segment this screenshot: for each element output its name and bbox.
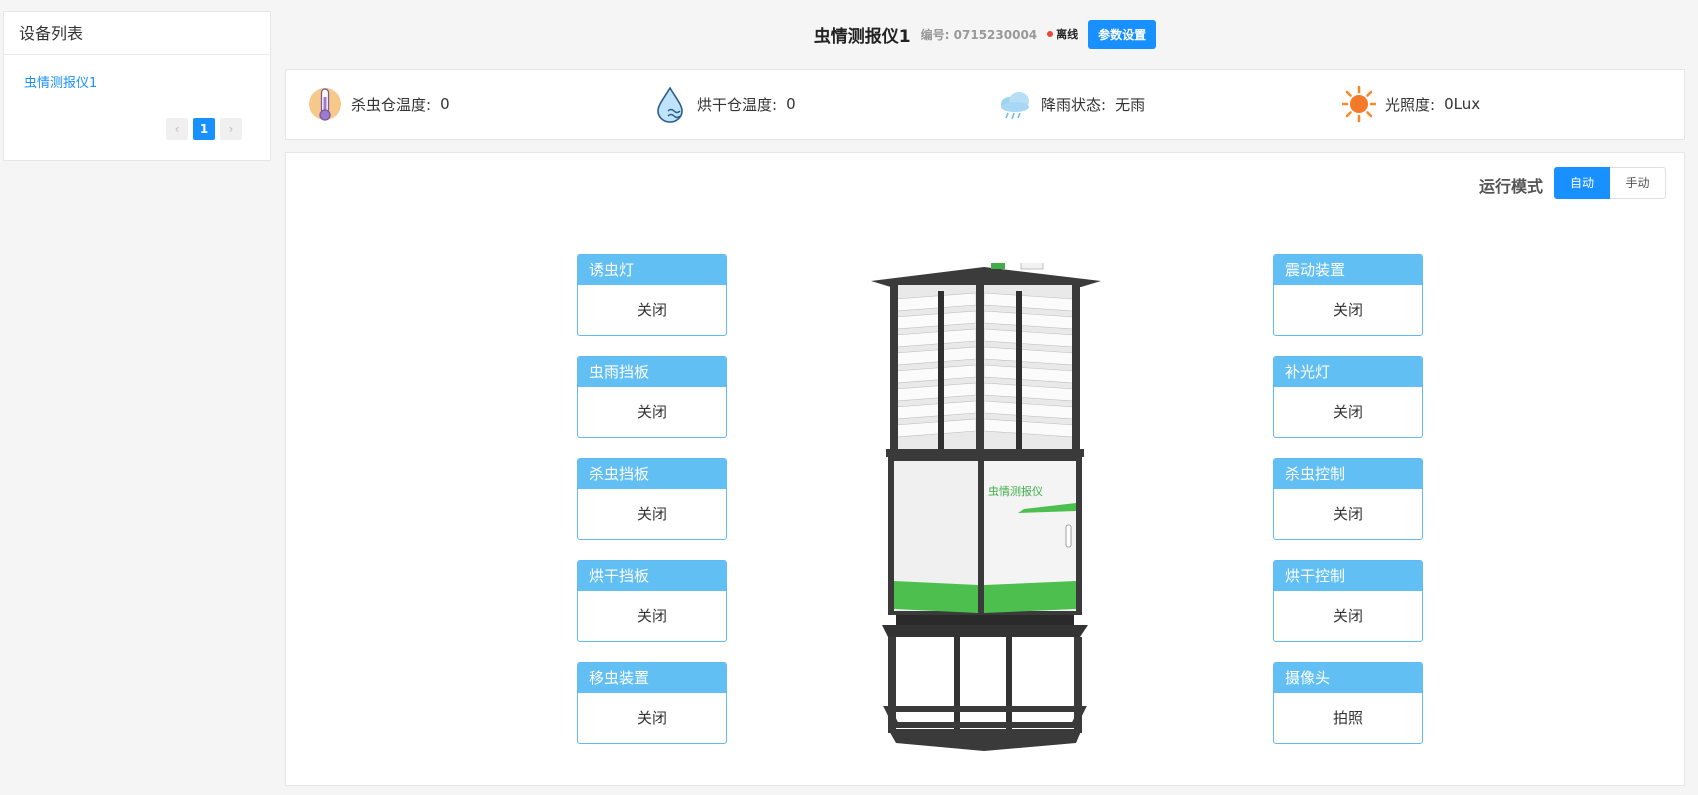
- control-title: 杀虫控制: [1274, 459, 1422, 489]
- control-title: 摄像头: [1274, 663, 1422, 693]
- device-list-title: 设备列表: [4, 12, 270, 55]
- device-brand-text: 虫情测报仪: [988, 484, 1043, 498]
- device-code: 编号: 0715230004: [921, 26, 1038, 43]
- device-title: 虫情测报仪1: [813, 26, 911, 47]
- control-title: 诱虫灯: [578, 255, 726, 285]
- insect-forecaster-device-image: 虫情测报仪: [871, 263, 1101, 751]
- control-kill[interactable]: 杀虫控制 关闭: [1273, 458, 1423, 540]
- sensor-value: 无雨: [1115, 95, 1146, 114]
- sensor-rain: 降雨状态: 无雨: [998, 84, 1145, 124]
- sensor-light: 光照度: 0Lux: [1342, 84, 1480, 124]
- control-kill-baffle[interactable]: 杀虫挡板 关闭: [577, 458, 727, 540]
- run-mode-toggle: 自动 手动: [1554, 167, 1666, 199]
- sensor-value: 0: [440, 95, 450, 113]
- sensor-value: 0: [786, 95, 796, 113]
- thermometer-icon: [309, 88, 341, 121]
- control-insect-mover[interactable]: 移虫装置 关闭: [577, 662, 727, 744]
- control-title: 烘干挡板: [578, 561, 726, 591]
- control-dry[interactable]: 烘干控制 关闭: [1273, 560, 1423, 642]
- run-mode-label: 运行模式: [1479, 177, 1544, 196]
- control-title: 补光灯: [1274, 357, 1422, 387]
- sensor-kill-temp: 杀虫仓温度: 0: [308, 84, 450, 124]
- control-title: 虫雨挡板: [578, 357, 726, 387]
- status-badge: 离线: [1047, 26, 1078, 42]
- control-vibration[interactable]: 震动装置 关闭: [1273, 254, 1423, 336]
- control-rain-baffle[interactable]: 虫雨挡板 关闭: [577, 356, 727, 438]
- sun-icon: [1342, 85, 1376, 123]
- sensor-dry-temp: 烘干仓温度: 0: [654, 84, 796, 124]
- control-title: 烘干控制: [1274, 561, 1422, 591]
- device-code-label: 编号:: [920, 27, 950, 42]
- sensor-bar: 杀虫仓温度: 0 烘干仓温度: 0 降雨状态: 无雨 光照度: 0Lux: [285, 69, 1685, 140]
- control-status: 关闭: [636, 301, 667, 319]
- control-panel: 运行模式 自动 手动 诱虫灯 关闭 虫雨挡板 关闭 杀虫挡板 关闭 烘干挡板 关…: [285, 152, 1685, 786]
- auto-mode-button[interactable]: 自动: [1554, 167, 1610, 199]
- control-camera[interactable]: 摄像头 拍照: [1273, 662, 1423, 744]
- control-dry-baffle[interactable]: 烘干挡板 关闭: [577, 560, 727, 642]
- sensor-label: 杀虫仓温度:: [351, 95, 432, 114]
- device-list-item[interactable]: 虫情测报仪1: [24, 72, 270, 91]
- control-status: 关闭: [636, 505, 667, 523]
- status-dot-icon: [1047, 31, 1054, 37]
- sensor-label: 光照度:: [1385, 95, 1436, 114]
- control-status: 关闭: [1332, 505, 1363, 523]
- next-page-button[interactable]: ›: [220, 118, 242, 140]
- device-header: 虫情测报仪1 编号: 0715230004 离线 参数设置: [285, 14, 1685, 54]
- sensor-label: 烘干仓温度:: [697, 95, 778, 114]
- status-text: 离线: [1056, 28, 1079, 41]
- control-title: 移虫装置: [578, 663, 726, 693]
- control-status: 关闭: [636, 607, 667, 625]
- control-status: 关闭: [636, 403, 667, 421]
- control-status: 关闭: [1332, 607, 1363, 625]
- device-code-value: 0715230004: [953, 27, 1038, 42]
- manual-mode-button[interactable]: 手动: [1610, 167, 1666, 199]
- control-trap-lamp[interactable]: 诱虫灯 关闭: [577, 254, 727, 336]
- control-status: 关闭: [1332, 301, 1363, 319]
- control-title: 杀虫挡板: [578, 459, 726, 489]
- sensor-label: 降雨状态:: [1041, 95, 1107, 114]
- prev-page-button[interactable]: ‹: [166, 118, 188, 140]
- control-fill-light[interactable]: 补光灯 关闭: [1273, 356, 1423, 438]
- rain-cloud-icon: [1001, 92, 1029, 120]
- control-title: 震动装置: [1274, 255, 1422, 285]
- control-status: 拍照: [1332, 709, 1363, 727]
- sensor-value: 0Lux: [1444, 95, 1481, 113]
- pagination: ‹ 1 ›: [166, 118, 242, 140]
- page-1-button[interactable]: 1: [193, 118, 215, 140]
- control-status: 关闭: [636, 709, 667, 727]
- device-list-panel: 设备列表 虫情测报仪1 ‹ 1 ›: [3, 11, 271, 161]
- water-drop-icon: [657, 86, 683, 123]
- control-status: 关闭: [1332, 403, 1363, 421]
- settings-button[interactable]: 参数设置: [1088, 19, 1157, 49]
